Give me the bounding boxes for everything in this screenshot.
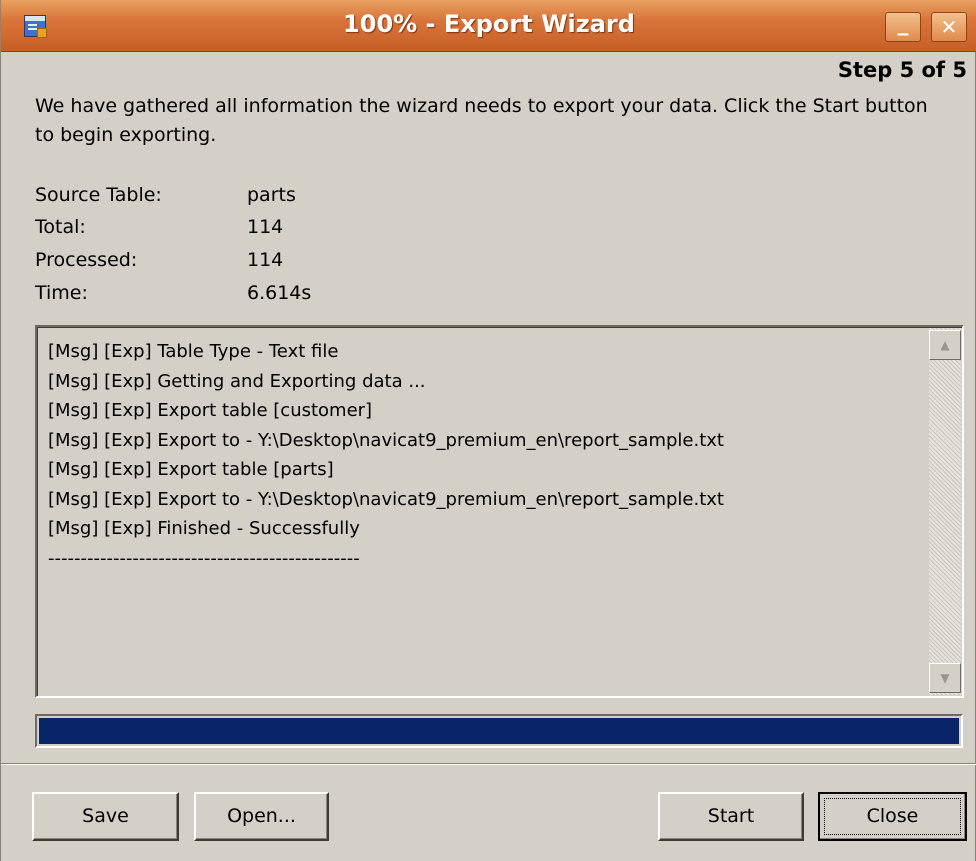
close-button-label: Close [866,805,919,827]
total-value: 114 [247,216,284,238]
time-value: 6.614s [247,282,312,304]
source-table-value: parts [247,184,296,206]
close-icon[interactable]: ✕ [931,12,967,42]
progress-fill [39,718,959,744]
open-button[interactable]: Open... [194,792,329,841]
log-line: [Msg] [Exp] Getting and Exporting data .… [48,370,426,392]
log-line: [Msg] [Exp] Export to - Y:\Desktop\navic… [48,488,724,510]
log-line: [Msg] [Exp] Export to - Y:\Desktop\navic… [48,429,724,451]
close-button[interactable]: Close [818,792,967,841]
start-button[interactable]: Start [658,792,804,841]
log-output[interactable]: [Msg] [Exp] Table Type - Text file [Msg]… [35,325,964,698]
window-title: 100% - Export Wizard [343,10,635,38]
log-line: [Msg] [Exp] Finished - Successfully [48,518,360,539]
scroll-down-icon[interactable]: ▼ [929,663,961,693]
log-lines: [Msg] [Exp] Table Type - Text file [Msg]… [48,337,928,573]
divider [1,763,976,765]
save-button[interactable]: Save [32,792,179,841]
processed-value: 114 [247,249,284,271]
log-separator: ----------------------------------------… [48,547,360,569]
minimize-icon[interactable]: _ [885,12,921,42]
total-label: Total: [35,216,86,238]
processed-label: Processed: [35,249,138,271]
log-line: [Msg] [Exp] Export table [customer] [48,400,373,421]
intro-text: We have gathered all information the wiz… [35,95,928,146]
log-line: [Msg] [Exp] Export table [parts] [48,459,334,480]
log-scrollbar[interactable]: ▲ ▼ [929,328,961,695]
log-line: [Msg] [Exp] Table Type - Text file [48,341,339,362]
source-table-label: Source Table: [35,184,162,206]
title-bar[interactable]: 100% - Export Wizard _ ✕ [1,0,976,52]
step-indicator: Step 5 of 5 [837,58,967,82]
scroll-up-icon[interactable]: ▲ [929,330,961,360]
time-label: Time: [35,282,88,304]
progress-bar [35,714,963,748]
export-wizard-window: 100% - Export Wizard _ ✕ Step 5 of 5 We … [0,0,976,861]
